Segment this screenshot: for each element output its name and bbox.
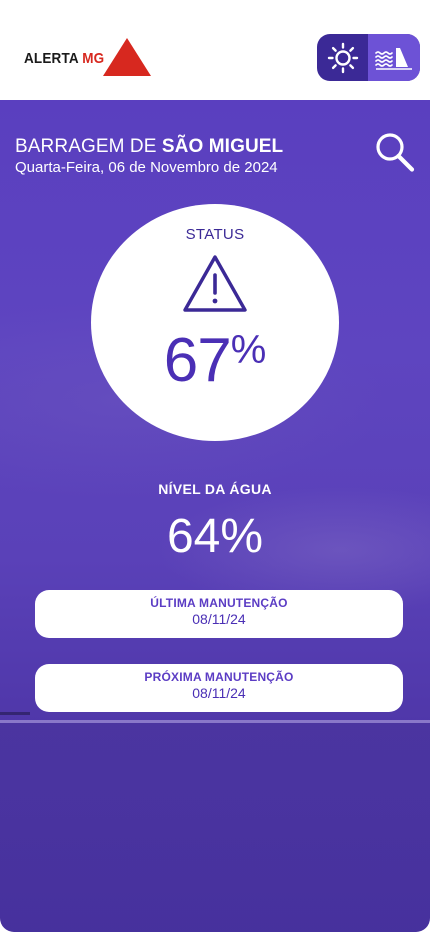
logo-text: ALERTA MG bbox=[24, 49, 105, 67]
status-unit: % bbox=[230, 328, 267, 372]
dam-water-icon bbox=[375, 47, 412, 70]
logo-accent: MG bbox=[82, 49, 105, 67]
status-percentage: 67% bbox=[91, 330, 339, 392]
status-value: 67 bbox=[163, 326, 232, 395]
search-icon bbox=[376, 133, 415, 172]
landscape-overlay bbox=[0, 723, 430, 932]
current-date: Quarta-Feira, 06 de Novembro de 2024 bbox=[15, 159, 278, 176]
dam-title: BARRAGEM DE SÃO MIGUEL bbox=[15, 136, 283, 158]
sun-icon bbox=[327, 42, 358, 73]
next-maintenance-label: PRÓXIMA MANUTENÇÃO bbox=[144, 670, 294, 684]
water-level-label: NÍVEL DA ÁGUA bbox=[158, 481, 272, 497]
dam-title-prefix: BARRAGEM DE bbox=[15, 136, 157, 157]
next-maintenance-date: 08/11/24 bbox=[192, 685, 246, 701]
warning-icon bbox=[183, 255, 247, 312]
next-maintenance-card[interactable]: PRÓXIMA MANUTENÇÃO 08/11/24 bbox=[35, 664, 403, 712]
view-toggle bbox=[317, 34, 420, 81]
last-maintenance-card[interactable]: ÚLTIMA MANUTENÇÃO 08/11/24 bbox=[35, 590, 403, 638]
dam-name: SÃO MIGUEL bbox=[161, 136, 284, 157]
app-screen: ALERTA MG BARRAGEM DE SÃO MIGUEL Quarta-… bbox=[0, 0, 430, 932]
water-level-value: 64% bbox=[166, 510, 264, 563]
last-maintenance-label: ÚLTIMA MANUTENÇÃO bbox=[150, 596, 288, 610]
dam-view-button[interactable] bbox=[368, 34, 420, 81]
logo-triangle-icon bbox=[103, 38, 151, 76]
app-header: ALERTA MG bbox=[0, 0, 430, 100]
status-circle: STATUS 67% bbox=[91, 204, 339, 441]
weather-view-button[interactable] bbox=[317, 34, 368, 81]
crane-silhouette bbox=[0, 712, 30, 715]
status-label: STATUS bbox=[185, 226, 245, 243]
last-maintenance-date: 08/11/24 bbox=[192, 611, 246, 627]
alerta-mg-logo: ALERTA MG bbox=[24, 36, 151, 80]
search-button[interactable] bbox=[372, 130, 416, 174]
